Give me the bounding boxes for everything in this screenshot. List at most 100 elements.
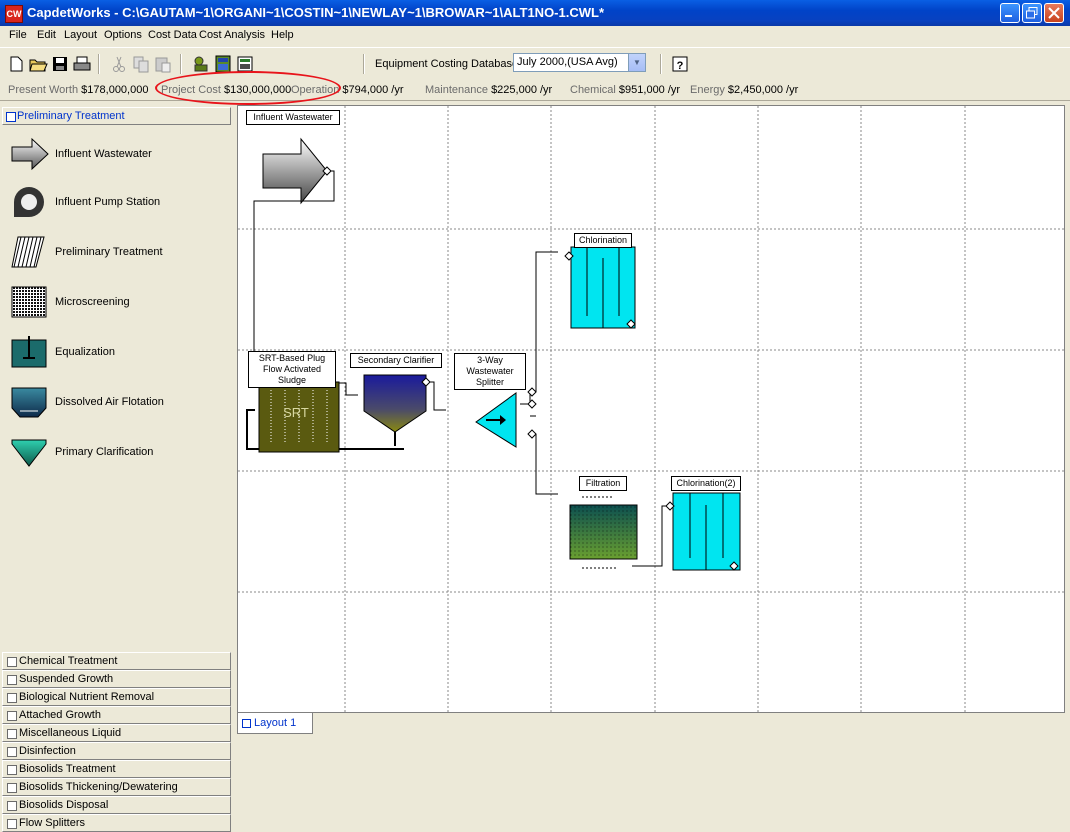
group-icon [7, 819, 17, 829]
layout-canvas[interactable]: SRT Influent Wastewater SRT-Based Plug F… [237, 105, 1065, 713]
open-button[interactable] [28, 54, 48, 74]
equipment-button[interactable] [191, 54, 211, 74]
srt-text: SRT [283, 405, 309, 420]
canvas-grid [238, 106, 1064, 712]
palette-preliminary-treatment[interactable]: Preliminary Treatment [10, 232, 230, 272]
palette-microscreening[interactable]: Microscreening [10, 282, 230, 322]
group-label: Suspended Growth [19, 673, 114, 685]
menu-help[interactable]: Help [271, 29, 294, 41]
cost-value: $225,000 /yr [491, 84, 553, 96]
basin-icon [11, 336, 47, 368]
group-label: Chemical Treatment [19, 655, 118, 667]
palette-label: Influent Pump Station [55, 196, 161, 208]
paste-button[interactable] [153, 54, 173, 74]
sidebar: Preliminary Treatment Influent Wastewate… [0, 105, 233, 832]
toolbar-separator [660, 54, 662, 74]
group-label: Flow Splitters [19, 817, 86, 829]
group-label: Attached Growth [19, 709, 101, 721]
print-button[interactable] [72, 54, 92, 74]
close-icon [1048, 7, 1060, 19]
palette-label: Influent Wastewater [55, 148, 152, 160]
restore-icon [1026, 7, 1038, 19]
clarifier-icon [11, 439, 47, 467]
group-suspended-growth[interactable]: Suspended Growth [2, 670, 231, 688]
group-label: Disinfection [19, 745, 76, 757]
costing-database-select[interactable]: July 2000,(USA Avg) ▼ [513, 53, 646, 72]
paste-icon [155, 57, 171, 73]
chevron-down-icon[interactable]: ▼ [628, 54, 645, 71]
label-plug-flow-activated-sludge[interactable]: SRT-Based Plug Flow Activated Sludge [248, 351, 336, 388]
copy-button[interactable] [131, 54, 151, 74]
label-secondary-clarifier[interactable]: Secondary Clarifier [350, 353, 442, 368]
group-icon [7, 747, 17, 757]
group-biosolids-thickening[interactable]: Biosolids Thickening/Dewatering [2, 778, 231, 796]
group-label: Biosolids Disposal [19, 799, 109, 811]
cost-value: $794,000 /yr [342, 84, 404, 96]
menu-layout[interactable]: Layout [64, 29, 97, 41]
group-biosolids-disposal[interactable]: Biosolids Disposal [2, 796, 231, 814]
new-button[interactable] [6, 54, 26, 74]
db-label: Equipment Costing Database : [375, 58, 525, 70]
menu-options[interactable]: Options [104, 29, 142, 41]
maximize-button[interactable] [1022, 3, 1042, 23]
menu-edit[interactable]: Edit [37, 29, 56, 41]
group-list: Chemical Treatment Suspended Growth Biol… [2, 652, 231, 832]
group-icon [7, 657, 17, 667]
cut-button[interactable] [109, 54, 129, 74]
label-chlorination-2[interactable]: Chlorination(2) [671, 476, 741, 491]
label-influent-wastewater[interactable]: Influent Wastewater [246, 110, 340, 125]
unit-palette: Influent Wastewater Influent Pump Statio… [2, 126, 231, 647]
cost-present-worth: Present Worth $178,000,000 [8, 84, 148, 96]
group-disinfection[interactable]: Disinfection [2, 742, 231, 760]
copy-icon [133, 56, 149, 73]
group-icon [6, 112, 16, 122]
group-icon [7, 729, 17, 739]
group-biosolids-treatment[interactable]: Biosolids Treatment [2, 760, 231, 778]
palette-label: Preliminary Treatment [55, 246, 163, 258]
label-3-way-splitter[interactable]: 3-Way Wastewater Splitter [454, 353, 526, 390]
layout-diagram: SRT [238, 106, 1064, 712]
palette-label: Primary Clarification [55, 446, 154, 458]
group-header-preliminary-treatment[interactable]: Preliminary Treatment [2, 107, 231, 125]
cost-label: Energy [690, 84, 725, 96]
group-miscellaneous-liquid[interactable]: Miscellaneous Liquid [2, 724, 231, 742]
help-button[interactable]: ? [670, 54, 690, 74]
group-chemical-treatment[interactable]: Chemical Treatment [2, 652, 231, 670]
group-icon [7, 711, 17, 721]
secondary-clarifier-shape[interactable] [363, 374, 427, 433]
group-header-label: Preliminary Treatment [17, 110, 125, 122]
close-button[interactable] [1044, 3, 1064, 23]
palette-influent-wastewater[interactable]: Influent Wastewater [10, 134, 230, 174]
svg-text:?: ? [677, 60, 684, 72]
palette-primary-clarification[interactable]: Primary Clarification [10, 432, 230, 472]
label-filtration[interactable]: Filtration [579, 476, 627, 491]
tab-label: Layout 1 [254, 717, 297, 729]
cost-chemical: Chemical $951,000 /yr [570, 84, 680, 96]
db-selected-value: July 2000,(USA Avg) [517, 56, 618, 68]
group-icon [7, 675, 17, 685]
cost-label: Chemical [570, 84, 616, 96]
group-flow-splitters[interactable]: Flow Splitters [2, 814, 231, 832]
menu-file[interactable]: File [9, 29, 27, 41]
group-attached-growth[interactable]: Attached Growth [2, 706, 231, 724]
equipment-icon [194, 56, 208, 72]
menu-cost-analysis[interactable]: Cost Analysis [199, 29, 265, 41]
toolbar: Equipment Costing Database : July 2000,(… [0, 47, 1070, 81]
influent-wastewater-shape[interactable] [262, 137, 328, 205]
save-button[interactable] [50, 54, 70, 74]
palette-equalization[interactable]: Equalization [10, 332, 230, 372]
menu-cost-data[interactable]: Cost Data [148, 29, 197, 41]
pump-icon [14, 187, 44, 217]
group-icon [7, 783, 17, 793]
palette-label: Equalization [55, 346, 115, 358]
group-biological-nutrient-removal[interactable]: Biological Nutrient Removal [2, 688, 231, 706]
annotation-oval [155, 71, 341, 105]
tab-layout-1[interactable]: Layout 1 [237, 713, 313, 734]
palette-influent-pump-station[interactable]: Influent Pump Station [10, 182, 230, 222]
cost-value: $2,450,000 /yr [727, 84, 799, 96]
window-title: CapdetWorks - C:\GAUTAM~1\ORGANI~1\COSTI… [27, 5, 605, 20]
label-chlorination[interactable]: Chlorination [574, 233, 632, 248]
minimize-button[interactable] [1000, 3, 1020, 23]
palette-dissolved-air-flotation[interactable]: Dissolved Air Flotation [10, 382, 230, 422]
help-icon: ? [672, 56, 688, 72]
